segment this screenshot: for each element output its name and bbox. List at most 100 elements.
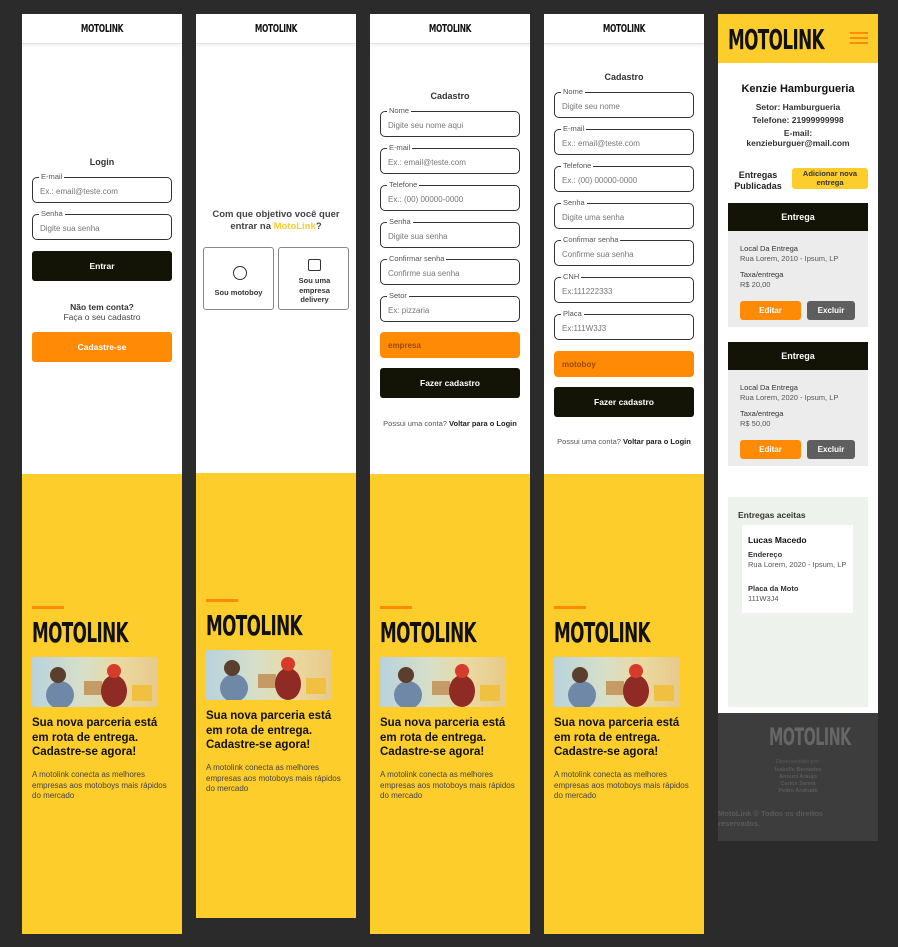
edit-delivery-button[interactable]: Editar (740, 301, 801, 320)
hero-headline: Sua nova parceria está em rota de entreg… (32, 717, 158, 758)
delivery-place-label: Local Da Entrega (740, 244, 798, 253)
cnh-input[interactable] (562, 284, 686, 298)
email-label: E-mail (39, 172, 65, 182)
signup-title: Cadastro (430, 91, 470, 101)
confirm-password-label: Confirmar senha (387, 254, 447, 264)
motoboy-icon (233, 266, 247, 280)
question-brand: MotoLink (273, 221, 316, 232)
name-field[interactable]: Nome (380, 106, 520, 137)
footer-logo: MOTOLINK (769, 723, 851, 751)
confirm-password-input[interactable] (388, 266, 512, 280)
signup-title: Cadastro (604, 72, 644, 82)
sector-label: Setor (387, 291, 409, 301)
add-delivery-button[interactable]: Adicionar nova entrega (792, 168, 868, 189)
cnh-label: CNH (561, 272, 582, 282)
top-bar: MOTOLINK (544, 14, 704, 44)
phone-input[interactable] (388, 192, 512, 206)
plate-input[interactable] (562, 321, 686, 335)
motoboy-option-label: Sou motoboy (214, 288, 263, 297)
delivery-place: Rua Lorem, 2020 - Ipsum, LP (740, 393, 839, 402)
phone-input[interactable] (562, 173, 686, 187)
company-option[interactable]: Sou uma empresa delivery (278, 247, 349, 310)
top-bar: MOTOLINK (196, 14, 356, 44)
signup-button[interactable]: Cadastre-se (32, 332, 172, 362)
delete-delivery-button[interactable]: Excluir (807, 301, 855, 320)
hamburger-menu-icon[interactable] (850, 32, 868, 45)
has-account-text: Possui uma conta? (557, 437, 621, 446)
company-option-label: Sou uma empresa delivery (298, 276, 331, 304)
company-email-label: E-mail: (783, 128, 813, 138)
password-input[interactable] (562, 210, 686, 224)
email-field[interactable]: E-mail (32, 172, 172, 203)
back-login-link[interactable]: Voltar para o Login (449, 419, 517, 428)
password-input[interactable] (40, 221, 164, 235)
phone-field[interactable]: Telefone (554, 161, 694, 192)
hero-section: MOTOLINK Sua nova parceria está em rota … (370, 474, 530, 934)
password-input[interactable] (388, 229, 512, 243)
hero-photo (32, 657, 158, 707)
back-to-login: Possui uma conta? Voltar para o Login (544, 437, 704, 446)
hero-section: MOTOLINK Sua nova parceria está em rota … (22, 474, 182, 934)
hero-description: A motolink conecta as melhores empresas … (32, 770, 167, 800)
email-input[interactable] (40, 184, 164, 198)
motoboy-option[interactable]: Sou motoboy (203, 247, 274, 310)
dashboard-header: MOTOLINK (718, 14, 878, 63)
name-input[interactable] (388, 118, 512, 132)
email-input[interactable] (388, 155, 512, 169)
account-type-select[interactable]: motoboy (554, 351, 694, 377)
name-label: Nome (561, 87, 586, 97)
delete-delivery-button[interactable]: Excluir (807, 440, 855, 459)
back-login-link[interactable]: Voltar para o Login (623, 437, 691, 446)
back-to-login: Possui uma conta? Voltar para o Login (370, 419, 530, 428)
email-input[interactable] (562, 136, 686, 150)
phone-field[interactable]: Telefone (380, 180, 520, 211)
package-icon (308, 259, 321, 271)
password-field[interactable]: Senha (32, 209, 172, 240)
confirm-password-input[interactable] (562, 247, 686, 261)
signup-submit-button[interactable]: Fazer cadastro (380, 368, 520, 398)
hero-section: MOTOLINK Sua nova parceria está em rota … (196, 473, 356, 918)
footer-dev-name: Pedro Andrade (778, 788, 818, 794)
motoboy-name: Lucas Macedo (748, 535, 807, 545)
confirm-password-field[interactable]: Confirmar senha (380, 254, 520, 285)
question-mark: ? (315, 221, 322, 232)
sector-input[interactable] (388, 303, 512, 317)
plate-field[interactable]: Placa (554, 309, 694, 340)
hero-logo: MOTOLINK (554, 616, 651, 649)
login-button[interactable]: Entrar (32, 251, 172, 281)
edit-delivery-button[interactable]: Editar (740, 440, 801, 459)
objective-screen: MOTOLINK Com que objetivo você quer entr… (196, 14, 356, 918)
hero-accent-bar (206, 599, 238, 602)
cnh-field[interactable]: CNH (554, 272, 694, 303)
account-type-select[interactable]: empresa (380, 332, 520, 358)
motoboy-signup-screen: MOTOLINK Cadastro Nome E-mail Telefone S… (544, 14, 704, 934)
delivery-fee: R$ 20,00 (740, 280, 771, 289)
sector-field[interactable]: Setor (380, 291, 520, 322)
dashboard-screen: MOTOLINK Kenzie Hamburgueria Setor: Hamb… (718, 14, 878, 841)
delivery-card: Local Da Entrega Rua Lorem, 2010 - Ipsum… (728, 231, 868, 327)
hero-logo: MOTOLINK (206, 609, 303, 642)
password-field[interactable]: Senha (380, 217, 520, 248)
hero-headline: Sua nova parceria está em rota de entreg… (206, 710, 332, 751)
footer-dev-name: Isabelle Bernades (774, 767, 822, 773)
dashboard-footer: MOTOLINK Desenvolvido por: Isabelle Bern… (718, 713, 878, 841)
company-signup-screen: MOTOLINK Cadastro Nome E-mail Telefone S… (370, 14, 530, 934)
login-screen: MOTOLINK Login E-mail Senha Entrar Não t… (22, 14, 182, 934)
hero-photo (380, 657, 506, 707)
name-input[interactable] (562, 99, 686, 113)
email-field[interactable]: E-mail (380, 143, 520, 174)
email-field[interactable]: E-mail (554, 124, 694, 155)
name-field[interactable]: Nome (554, 87, 694, 118)
signup-submit-button[interactable]: Fazer cadastro (554, 387, 694, 417)
accepted-title: Entregas aceitas (738, 510, 806, 520)
logo: MOTOLINK (254, 22, 298, 35)
plate-label: Placa da Moto (748, 584, 799, 593)
company-name: Kenzie Hamburgueria (741, 83, 855, 95)
delivery-card-header: Entrega (728, 342, 868, 370)
delivery-card-header: Entrega (728, 203, 868, 231)
hero-photo (206, 650, 332, 700)
password-field[interactable]: Senha (554, 198, 694, 229)
confirm-password-field[interactable]: Confirmar senha (554, 235, 694, 266)
signup-hint-text: Faça o seu cadastro (63, 312, 141, 322)
hero-section: MOTOLINK Sua nova parceria está em rota … (544, 474, 704, 934)
